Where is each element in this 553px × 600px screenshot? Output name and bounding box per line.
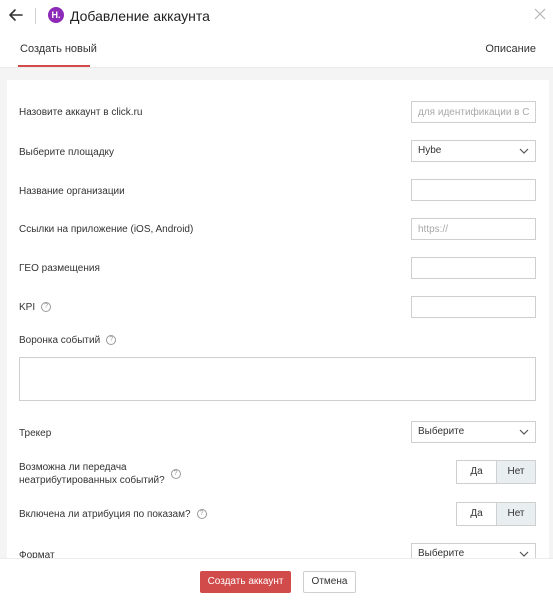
help-icon[interactable]: ? — [170, 469, 181, 480]
active-tab-indicator — [18, 65, 90, 67]
help-icon[interactable]: ? — [106, 335, 117, 346]
unattributed-toggle: Да Нет — [456, 460, 536, 484]
kpi-label: KPI? — [19, 301, 52, 314]
header-divider — [35, 8, 36, 24]
logo-icon: H. — [48, 7, 64, 23]
format-select-value: Выберите — [418, 548, 465, 558]
cancel-button[interactable]: Отмена — [303, 571, 356, 593]
funnel-textarea[interactable] — [19, 357, 536, 401]
unattributed-yes-button[interactable]: Да — [457, 461, 496, 483]
impression-attr-yes-button[interactable]: Да — [457, 503, 496, 525]
app-links-label: Ссылки на приложение (iOS, Android) — [19, 224, 194, 235]
tracker-label: Трекер — [19, 428, 52, 439]
dialog-header: H. Добавление аккаунта — [0, 0, 553, 32]
tab-create-new[interactable]: Создать новый — [20, 43, 97, 55]
help-icon[interactable]: ? — [41, 302, 52, 313]
format-label: Формат — [19, 550, 55, 558]
unattributed-label-line1: Возможна ли передача — [19, 462, 127, 473]
platform-select-value: Hybe — [418, 145, 442, 156]
tab-bar: Создать новый Описание — [0, 32, 553, 68]
platform-label: Выберите площадку — [19, 147, 115, 158]
tracker-select[interactable]: Выберите — [411, 421, 536, 443]
tracker-select-value: Выберите — [418, 426, 465, 437]
unattributed-label-line2: неатрибутированных событий?? — [19, 469, 181, 487]
geo-input[interactable] — [411, 257, 536, 279]
platform-select[interactable]: Hybe — [411, 140, 536, 162]
org-name-label: Название организации — [19, 186, 125, 197]
close-icon[interactable] — [534, 8, 546, 20]
kpi-label-text: KPI — [19, 302, 36, 313]
help-icon[interactable]: ? — [196, 509, 207, 520]
app-links-input[interactable] — [411, 218, 536, 240]
impression-attr-toggle: Да Нет — [456, 502, 536, 526]
arrow-left-icon[interactable] — [6, 5, 26, 25]
funnel-label-text: Воронка событий — [19, 335, 101, 346]
format-select[interactable]: Выберите — [411, 543, 536, 558]
account-name-input[interactable] — [411, 101, 536, 123]
impression-attr-no-button[interactable]: Нет — [496, 503, 535, 525]
dialog-footer: Создать аккаунт Отмена — [0, 558, 553, 600]
dialog-title: Добавление аккаунта — [70, 8, 210, 24]
tab-description[interactable]: Описание — [485, 43, 536, 55]
create-account-button[interactable]: Создать аккаунт — [200, 571, 291, 593]
chevron-down-icon — [519, 429, 529, 435]
kpi-input[interactable] — [411, 296, 536, 318]
form-scroll-area: Назовите аккаунт в click.ru Выберите пло… — [0, 68, 553, 558]
chevron-down-icon — [519, 551, 529, 557]
impression-attr-label-text: Включена ли атрибуция по показам? — [19, 509, 191, 520]
geo-label: ГЕО размещения — [19, 263, 100, 274]
form-card: Назовите аккаунт в click.ru Выберите пло… — [7, 80, 549, 558]
chevron-down-icon — [519, 148, 529, 154]
unattributed-label: Возможна ли передача неатрибутированных … — [19, 461, 181, 487]
unattributed-no-button[interactable]: Нет — [496, 461, 535, 483]
account-name-label: Назовите аккаунт в click.ru — [19, 107, 143, 118]
funnel-label: Воронка событий? — [19, 334, 117, 347]
org-name-input[interactable] — [411, 179, 536, 201]
impression-attr-label: Включена ли атрибуция по показам?? — [19, 508, 207, 521]
